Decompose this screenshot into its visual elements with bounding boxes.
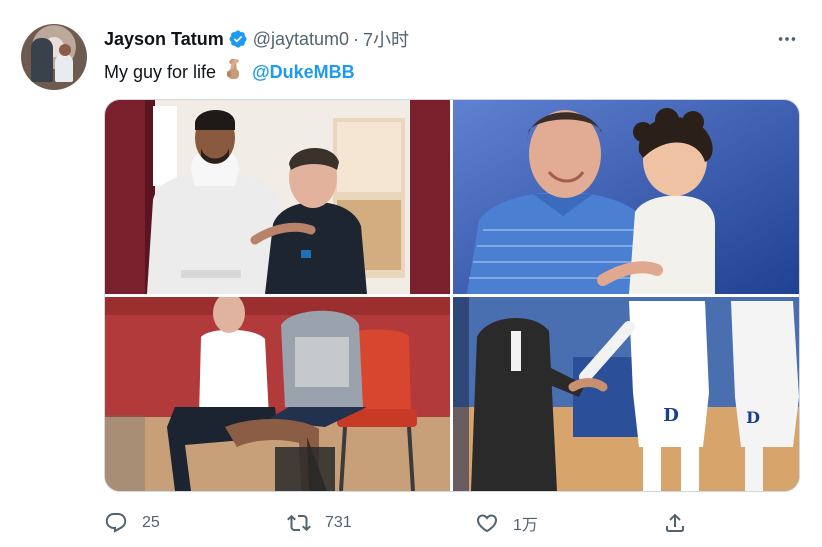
author-handle[interactable]: @jaytatum0	[253, 29, 349, 50]
photo-4[interactable]: D D	[453, 297, 799, 491]
retweet-count: 731	[325, 514, 352, 531]
share-icon	[666, 513, 684, 532]
retweet-icon	[287, 514, 311, 532]
tweet[interactable]: Jayson Tatum @jaytatum0 · 7小时 My guy for…	[0, 0, 822, 547]
tweet-body: My guy for life	[104, 62, 217, 82]
media-grid[interactable]: D D	[104, 99, 800, 492]
reply-icon	[105, 513, 127, 533]
photo-3[interactable]	[105, 297, 450, 491]
separator-dot: ·	[353, 28, 360, 49]
mention-link[interactable]: @DukeMBB	[252, 62, 355, 82]
timestamp[interactable]: 7小时	[363, 26, 409, 52]
share-button[interactable]	[663, 508, 687, 538]
avatar[interactable]	[21, 24, 87, 90]
more-icon[interactable]	[774, 26, 800, 52]
tweet-header: Jayson Tatum @jaytatum0 · 7小时	[104, 27, 409, 51]
svg-text:D: D	[663, 405, 679, 426]
reply-count: 25	[142, 514, 160, 531]
reply-button[interactable]: 25	[104, 508, 160, 538]
like-icon	[476, 514, 498, 533]
tweet-text: My guy for life @DukeMBB	[104, 58, 355, 86]
crossed-fingers-emoji	[225, 58, 243, 86]
like-button[interactable]: 1万	[475, 508, 538, 538]
author-name[interactable]: Jayson Tatum	[104, 29, 224, 50]
retweet-button[interactable]: 731	[287, 508, 352, 538]
photo-1[interactable]	[105, 100, 450, 294]
like-count: 1万	[513, 517, 538, 534]
action-bar: 25 731 1万	[104, 508, 798, 538]
svg-text:D: D	[746, 408, 760, 427]
verified-badge-icon	[229, 30, 247, 48]
photo-2[interactable]	[453, 100, 799, 294]
